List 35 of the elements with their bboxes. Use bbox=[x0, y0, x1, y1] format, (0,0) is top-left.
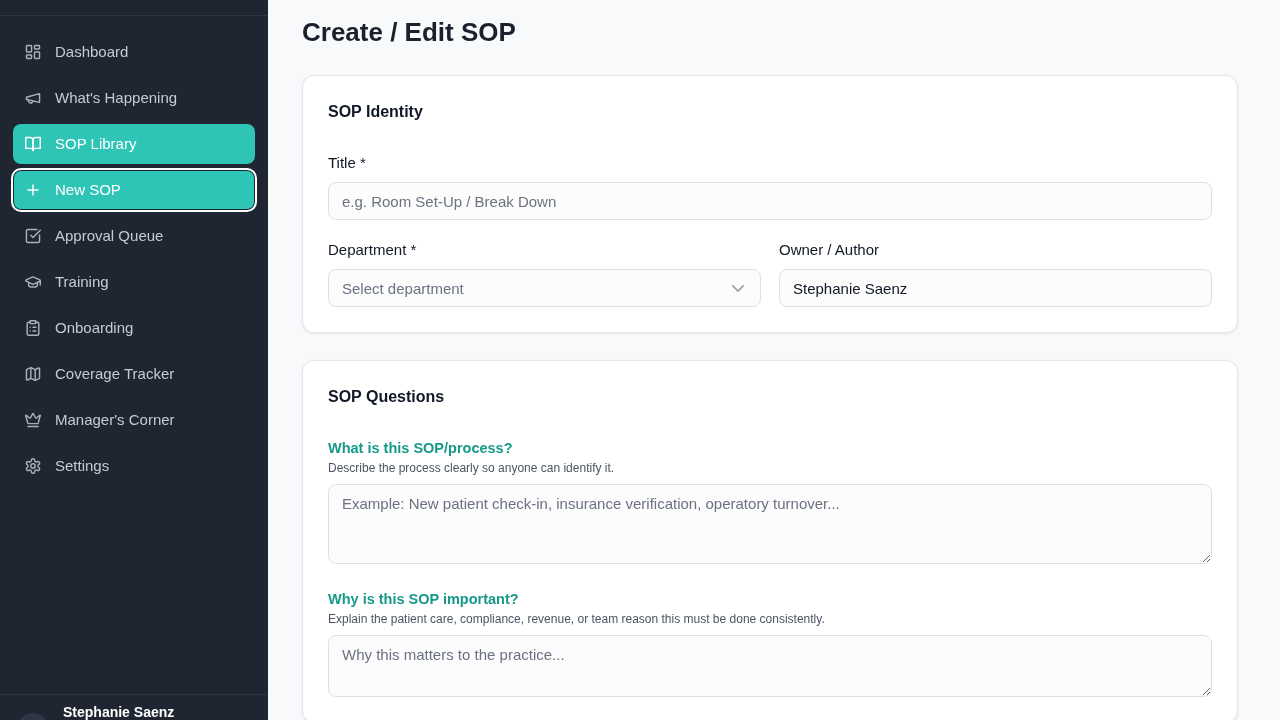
user-name: Stephanie Saenz bbox=[63, 704, 175, 720]
chevron-down-icon bbox=[732, 284, 744, 292]
card-heading: SOP Identity bbox=[328, 102, 424, 122]
sidebar-link[interactable]: Approval Queue bbox=[13, 216, 255, 256]
map-icon bbox=[25, 366, 41, 382]
graduation-cap-icon bbox=[25, 274, 41, 290]
settings-icon bbox=[25, 458, 41, 474]
answer-field[interactable]: Example: New patient check-in, insurance verification, operatory turnover... bbox=[328, 484, 1212, 564]
field-label: Department * bbox=[328, 240, 418, 260]
crown-icon bbox=[25, 412, 41, 428]
card-heading: SOP Questions bbox=[328, 387, 446, 407]
answer-field[interactable]: Why this matters to the practice... bbox=[328, 635, 1212, 697]
clipboard-icon bbox=[25, 320, 41, 336]
plus-icon bbox=[25, 182, 41, 198]
dropdown-field[interactable]: Select department bbox=[328, 269, 761, 307]
field-label: Title * bbox=[328, 153, 367, 173]
input-field[interactable]: Stephanie Saenz bbox=[779, 269, 1212, 307]
sidebar-link[interactable]: Onboarding bbox=[13, 308, 255, 348]
question-label: Why is this SOP important? bbox=[328, 590, 520, 609]
hint-text: Explain the patient care, compliance, revenue, or team reason this must be done consistently. bbox=[328, 611, 826, 627]
book-icon bbox=[25, 136, 41, 152]
checked-square-icon bbox=[25, 228, 41, 244]
hint-text: Describe the process clearly so anyone can identify it. bbox=[328, 460, 616, 476]
grid-icon bbox=[25, 44, 41, 60]
sidebar-link[interactable]: Coverage Tracker bbox=[13, 354, 255, 394]
sidebar-link[interactable]: What's Happening bbox=[13, 78, 255, 118]
sidebar-link[interactable]: Settings bbox=[13, 446, 255, 486]
page-title: Create / Edit SOP bbox=[302, 16, 517, 48]
megaphone-icon bbox=[25, 90, 41, 106]
input-field[interactable]: e.g. Room Set-Up / Break Down bbox=[328, 182, 1212, 220]
sidebar-link[interactable]: Manager's Corner bbox=[13, 400, 255, 440]
sidebar-link[interactable]: Training bbox=[13, 262, 255, 302]
question-label: What is this SOP/process? bbox=[328, 439, 514, 458]
field-label: Owner / Author bbox=[779, 240, 881, 260]
sidebar-link[interactable]: Dashboard bbox=[13, 32, 255, 72]
